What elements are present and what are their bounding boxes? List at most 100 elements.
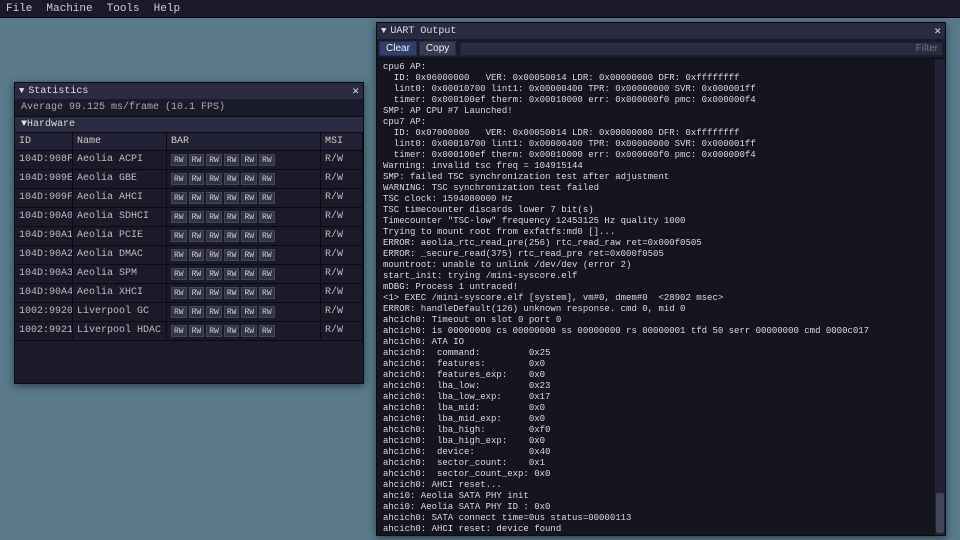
rw-button[interactable]: RW (189, 287, 205, 299)
rw-button[interactable]: RW (206, 287, 222, 299)
rw-button[interactable]: RW (171, 211, 187, 223)
rw-button[interactable]: RW (206, 249, 222, 261)
hardware-rows: 104D:908FAeolia ACPIRWRWRWRWRWRWR/W104D:… (15, 151, 363, 341)
statistics-titlebar[interactable]: ▼Statistics ✕ (15, 83, 363, 99)
cell-msi: R/W (321, 265, 363, 284)
rw-button[interactable]: RW (241, 154, 257, 166)
rw-button[interactable]: RW (224, 230, 240, 242)
rw-button[interactable]: RW (259, 173, 275, 185)
rw-button[interactable]: RW (206, 306, 222, 318)
rw-button[interactable]: RW (241, 211, 257, 223)
rw-button[interactable]: RW (259, 154, 275, 166)
hardware-section-header[interactable]: ▼Hardware (15, 116, 363, 133)
rw-button[interactable]: RW (224, 268, 240, 280)
rw-button[interactable]: RW (224, 173, 240, 185)
rw-button[interactable]: RW (171, 287, 187, 299)
rw-button[interactable]: RW (189, 306, 205, 318)
rw-button[interactable]: RW (224, 287, 240, 299)
table-row: 104D:90A3Aeolia SPMRWRWRWRWRWRWR/W (15, 265, 363, 284)
rw-button[interactable]: RW (259, 325, 275, 337)
uart-log[interactable]: cpu6 AP: ID: 0x06000000 VER: 0x00050014 … (377, 59, 945, 535)
rw-button[interactable]: RW (171, 306, 187, 318)
cell-msi: R/W (321, 208, 363, 227)
cell-name: Aeolia PCIE (73, 227, 167, 246)
col-name: Name (73, 133, 167, 151)
cell-id: 1002:9921 (15, 322, 73, 341)
cell-msi: R/W (321, 322, 363, 341)
menu-file[interactable]: File (6, 3, 32, 15)
rw-button[interactable]: RW (171, 249, 187, 261)
cell-name: Aeolia DMAC (73, 246, 167, 265)
rw-button[interactable]: RW (241, 306, 257, 318)
rw-button[interactable]: RW (206, 173, 222, 185)
cell-msi: R/W (321, 246, 363, 265)
rw-button[interactable]: RW (241, 268, 257, 280)
table-row: 1002:9921Liverpool HDACRWRWRWRWRWRWR/W (15, 322, 363, 341)
rw-button[interactable]: RW (241, 173, 257, 185)
cell-id: 104D:908F (15, 151, 73, 170)
rw-button[interactable]: RW (189, 154, 205, 166)
cell-msi: R/W (321, 189, 363, 208)
uart-toolbar: Clear Copy (377, 39, 945, 59)
cell-id: 104D:909F (15, 189, 73, 208)
rw-button[interactable]: RW (224, 325, 240, 337)
rw-button[interactable]: RW (259, 230, 275, 242)
rw-button[interactable]: RW (241, 230, 257, 242)
close-icon[interactable]: ✕ (352, 84, 359, 98)
cell-id: 104D:909E (15, 170, 73, 189)
uart-titlebar[interactable]: ▼UART Output ✕ (377, 23, 945, 39)
rw-button[interactable]: RW (171, 173, 187, 185)
rw-button[interactable]: RW (189, 192, 205, 204)
rw-button[interactable]: RW (224, 192, 240, 204)
table-row: 104D:909FAeolia AHCIRWRWRWRWRWRWR/W (15, 189, 363, 208)
menu-machine[interactable]: Machine (46, 3, 92, 15)
rw-button[interactable]: RW (171, 154, 187, 166)
cell-msi: R/W (321, 151, 363, 170)
rw-button[interactable]: RW (206, 325, 222, 337)
close-icon[interactable]: ✕ (934, 24, 941, 38)
statistics-panel: ▼Statistics ✕ Average 99.125 ms/frame (1… (14, 82, 364, 384)
rw-button[interactable]: RW (259, 211, 275, 223)
rw-button[interactable]: RW (206, 268, 222, 280)
rw-button[interactable]: RW (206, 192, 222, 204)
rw-button[interactable]: RW (241, 192, 257, 204)
rw-button[interactable]: RW (259, 249, 275, 261)
rw-button[interactable]: RW (171, 325, 187, 337)
cell-bar: RWRWRWRWRWRW (167, 246, 321, 265)
rw-button[interactable]: RW (224, 306, 240, 318)
rw-button[interactable]: RW (189, 325, 205, 337)
rw-button[interactable]: RW (241, 249, 257, 261)
chevron-down-icon: ▼ (19, 86, 24, 96)
rw-button[interactable]: RW (206, 211, 222, 223)
rw-button[interactable]: RW (206, 230, 222, 242)
rw-button[interactable]: RW (259, 192, 275, 204)
rw-button[interactable]: RW (171, 192, 187, 204)
rw-button[interactable]: RW (171, 268, 187, 280)
rw-button[interactable]: RW (259, 268, 275, 280)
filter-input[interactable] (460, 42, 943, 56)
rw-button[interactable]: RW (241, 287, 257, 299)
rw-button[interactable]: RW (206, 154, 222, 166)
menu-tools[interactable]: Tools (107, 3, 140, 15)
rw-button[interactable]: RW (224, 211, 240, 223)
rw-button[interactable]: RW (189, 249, 205, 261)
rw-button[interactable]: RW (224, 249, 240, 261)
rw-button[interactable]: RW (189, 173, 205, 185)
cell-bar: RWRWRWRWRWRW (167, 303, 321, 322)
scrollbar[interactable] (935, 59, 945, 535)
rw-button[interactable]: RW (241, 325, 257, 337)
rw-button[interactable]: RW (189, 268, 205, 280)
table-row: 104D:90A4Aeolia XHCIRWRWRWRWRWRWR/W (15, 284, 363, 303)
rw-button[interactable]: RW (171, 230, 187, 242)
rw-button[interactable]: RW (189, 230, 205, 242)
cell-bar: RWRWRWRWRWRW (167, 265, 321, 284)
menu-help[interactable]: Help (154, 3, 180, 15)
clear-button[interactable]: Clear (379, 41, 417, 56)
scrollbar-thumb[interactable] (936, 493, 944, 533)
rw-button[interactable]: RW (224, 154, 240, 166)
copy-button[interactable]: Copy (419, 41, 456, 56)
rw-button[interactable]: RW (189, 211, 205, 223)
rw-button[interactable]: RW (259, 287, 275, 299)
cell-bar: RWRWRWRWRWRW (167, 189, 321, 208)
rw-button[interactable]: RW (259, 306, 275, 318)
